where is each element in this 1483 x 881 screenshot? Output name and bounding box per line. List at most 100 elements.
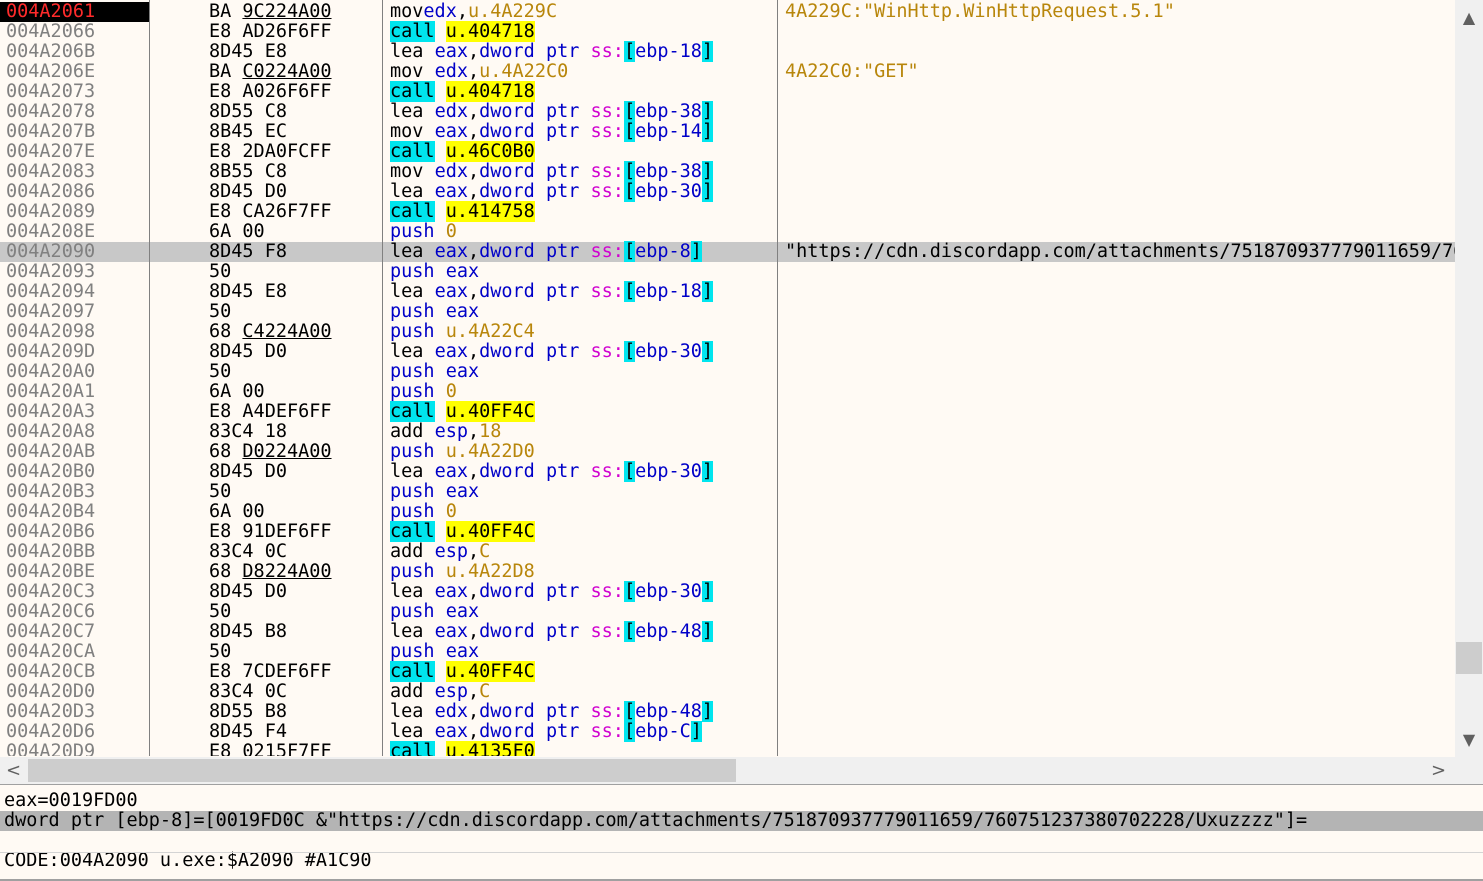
disasm-row[interactable]: 004A2098 68 C4224A00 push u.4A22C4 xyxy=(0,322,1455,342)
disasm-row[interactable]: 004A20B4 6A 00 push 0 xyxy=(0,502,1455,522)
instruction-token: dword ptr xyxy=(479,41,591,62)
info-operand-line[interactable]: dword ptr [ebp-8]=[0019FD0C &"https://cd… xyxy=(0,811,1483,831)
bytes-text: 8D45 F4 xyxy=(209,721,287,742)
disasm-row[interactable]: 004A20CA 50 push eax xyxy=(0,642,1455,662)
bytes-cell: 50 xyxy=(209,482,231,502)
instruction-token[interactable]: u.40FF4C xyxy=(445,401,535,422)
disasm-row[interactable]: 004A20C3 8D45 D0 lea eax,dword ptr ss:[ebp… xyxy=(0,581,1455,602)
disasm-row[interactable]: 004A20CB E8 7CDEF6FF call u.40FF4C xyxy=(0,661,1455,682)
disasm-row[interactable]: 004A2066 E8 AD26F6FF call u.404718 xyxy=(0,21,1455,42)
instruction-token[interactable]: u.40FF4C xyxy=(445,521,535,542)
instruction-token: ss: xyxy=(590,161,624,182)
instruction-cell: add esp,C xyxy=(390,682,490,702)
instruction-token: [ xyxy=(623,181,636,202)
instruction-token: edx xyxy=(434,701,468,722)
bytes-cell: 6A 00 xyxy=(209,382,265,402)
disasm-row[interactable]: 004A2083 8B55 C8 mov edx,dword ptr ss:[ebp… xyxy=(0,161,1455,182)
scroll-right-icon[interactable]: > xyxy=(1431,762,1446,780)
bytes-cell: E8 91DEF6FF xyxy=(209,522,332,542)
instruction-token: push xyxy=(390,381,446,402)
disasm-row[interactable]: 004A207B 8B45 EC mov eax,dword ptr ss:[ebp… xyxy=(0,121,1455,142)
address-cell: 004A2086 xyxy=(6,181,96,202)
instruction-token[interactable]: u.404718 xyxy=(445,21,535,42)
instruction-token: eax xyxy=(434,121,468,142)
address-cell: 004A20B3 xyxy=(6,481,96,502)
bytes-cell: 6A 00 xyxy=(209,222,265,242)
disasm-row[interactable]: 004A2094 8D45 E8 lea eax,dword ptr ss:[ebp… xyxy=(0,281,1455,302)
instruction-token: 18 xyxy=(479,421,502,442)
instruction-cell: movedx,u.4A229C xyxy=(390,2,557,22)
horizontal-scrollbar[interactable]: < > xyxy=(0,757,1483,785)
instruction-token: ebp-38 xyxy=(635,161,702,182)
disasm-row[interactable]: 004A209D 8D45 D0 lea eax,dword ptr ss:[ebp… xyxy=(0,341,1455,362)
instruction-token: dword ptr xyxy=(479,121,591,142)
disasm-row[interactable]: 004A2078 8D55 C8 lea edx,dword ptr ss:[ebp… xyxy=(0,101,1455,122)
disasm-row[interactable]: 004A207E E8 2DA0FCFF call u.46C0B0 xyxy=(0,141,1455,162)
address-cell: 004A20A8 xyxy=(6,421,96,442)
bytes-text: 8D55 B8 xyxy=(209,701,287,722)
instruction-token: add xyxy=(390,681,435,702)
scroll-left-icon[interactable]: < xyxy=(6,762,21,780)
disasm-row[interactable]: 004A2097 50 push eax xyxy=(0,302,1455,322)
vertical-scrollbar[interactable]: ▲ ▼ xyxy=(1455,0,1483,758)
instruction-token: ] xyxy=(701,121,714,142)
disasm-row[interactable]: 004A2061 BA 9C224A00 movedx,u.4A229C 4A229C… xyxy=(0,2,1455,22)
instruction-token[interactable]: u.404718 xyxy=(445,81,535,102)
address-cell: 004A2089 xyxy=(6,201,96,222)
disasm-row[interactable]: 004A20A3 E8 A4DEF6FF call u.40FF4C xyxy=(0,401,1455,422)
disasm-row[interactable]: 004A206E BA C0224A00 mov edx,u.4A22C0 4A22C… xyxy=(0,62,1455,82)
instruction-token[interactable]: u.46C0B0 xyxy=(445,141,535,162)
scroll-up-icon[interactable]: ▲ xyxy=(1461,10,1477,26)
instruction-cell: push eax xyxy=(390,362,479,382)
bytes-text: BA xyxy=(209,61,243,82)
instruction-token: , xyxy=(467,341,480,362)
disasm-row[interactable]: 004A20BB 83C4 0C add esp,C xyxy=(0,542,1455,562)
disasm-row[interactable]: 004A2090 8D45 F8 lea eax,dword ptr ss:[ebp… xyxy=(0,241,1455,262)
instruction-token: push xyxy=(390,601,446,622)
disasm-row[interactable]: 004A20D0 83C4 0C add esp,C xyxy=(0,682,1455,702)
disassembly-view[interactable]: 004A2061 BA 9C224A00 movedx,u.4A229C 4A229C… xyxy=(0,0,1455,756)
disasm-row[interactable]: 004A20A0 50 push eax xyxy=(0,362,1455,382)
instruction-token[interactable]: u.40FF4C xyxy=(445,661,535,682)
bytes-text: E8 7CDEF6FF xyxy=(209,661,332,682)
instruction-token: call xyxy=(390,521,435,542)
disasm-row[interactable]: 004A20C7 8D45 B8 lea eax,dword ptr ss:[ebp… xyxy=(0,621,1455,642)
disasm-row[interactable]: 004A20B0 8D45 D0 lea eax,dword ptr ss:[ebp… xyxy=(0,461,1455,482)
disasm-row[interactable]: 004A20D6 8D45 F4 lea eax,dword ptr ss:[ebp… xyxy=(0,721,1455,742)
disasm-row[interactable]: 004A206B 8D45 E8 lea eax,dword ptr ss:[ebp… xyxy=(0,41,1455,62)
disasm-row[interactable]: 004A2089 E8 CA26F7FF call u.414758 xyxy=(0,201,1455,222)
scroll-down-icon[interactable]: ▼ xyxy=(1461,732,1477,748)
instruction-token: lea xyxy=(390,41,435,62)
disasm-row[interactable]: 004A20A1 6A 00 push 0 xyxy=(0,382,1455,402)
instruction-token xyxy=(435,141,446,162)
disasm-row[interactable]: 004A20B3 50 push eax xyxy=(0,482,1455,502)
disasm-row[interactable]: 004A20D3 8D55 B8 lea edx,dword ptr ss:[ebp… xyxy=(0,701,1455,722)
instruction-token: edx xyxy=(434,61,468,82)
vertical-scroll-thumb[interactable] xyxy=(1456,642,1482,674)
disasm-row[interactable]: 004A2073 E8 A026F6FF call u.404718 xyxy=(0,81,1455,102)
address-cell: 004A2093 xyxy=(6,261,96,282)
disasm-row[interactable]: 004A20A8 83C4 18 add esp,18 xyxy=(0,422,1455,442)
instruction-token: ss: xyxy=(590,721,624,742)
disasm-row[interactable]: 004A20C6 50 push eax xyxy=(0,602,1455,622)
instruction-token[interactable]: u.414758 xyxy=(445,201,535,222)
address-cell: 004A20B0 xyxy=(6,461,96,482)
address-cell: 004A20C6 xyxy=(6,601,96,622)
instruction-cell: push eax xyxy=(390,262,479,282)
instruction-token: 0 xyxy=(445,501,457,522)
bytes-cell: E8 A026F6FF xyxy=(209,82,332,102)
bytes-text: E8 2DA0FCFF xyxy=(209,141,332,162)
bytes-cell: 83C4 0C xyxy=(209,682,287,702)
instruction-token: mov xyxy=(390,1,424,22)
bytes-text: 8D45 B8 xyxy=(209,621,287,642)
disasm-row[interactable]: 004A208E 6A 00 push 0 xyxy=(0,222,1455,242)
instruction-token: , xyxy=(467,461,480,482)
instruction-token[interactable]: u.4135F0 xyxy=(445,741,535,756)
disasm-row[interactable]: 004A20AB 68 D0224A00 push u.4A22D0 xyxy=(0,442,1455,462)
disasm-row[interactable]: 004A20B6 E8 91DEF6FF call u.40FF4C xyxy=(0,521,1455,542)
disasm-row[interactable]: 004A20D9 E8 0215F7FF call u.4135F0 xyxy=(0,741,1455,756)
horizontal-scroll-thumb[interactable] xyxy=(28,759,736,782)
disasm-row[interactable]: 004A20BE 68 D8224A00 push u.4A22D8 xyxy=(0,562,1455,582)
disasm-row[interactable]: 004A2093 50 push eax xyxy=(0,262,1455,282)
disasm-row[interactable]: 004A2086 8D45 D0 lea eax,dword ptr ss:[ebp… xyxy=(0,181,1455,202)
